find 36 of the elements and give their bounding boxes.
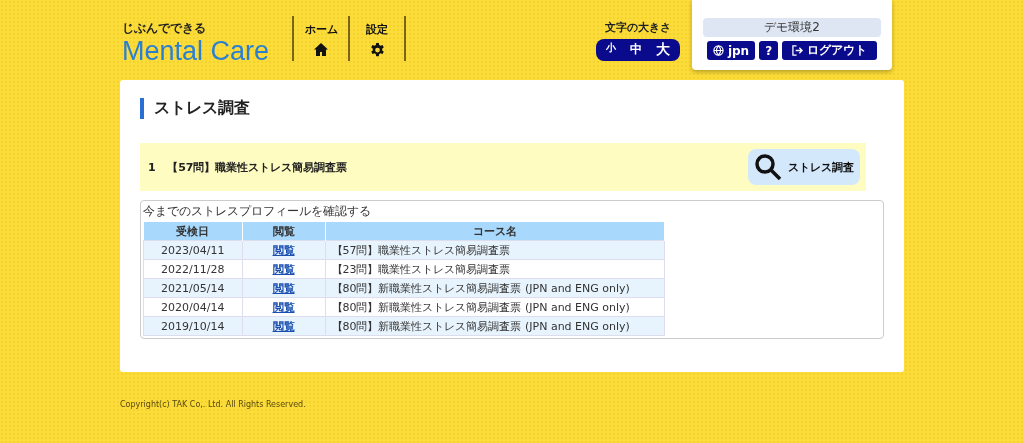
- logout-button[interactable]: ログアウト: [782, 41, 878, 60]
- course-cell: 【23問】職業性ストレス簡易調査票: [325, 259, 664, 279]
- environment-label: デモ環境2: [703, 18, 881, 37]
- font-size-option[interactable]: 中: [630, 41, 642, 59]
- nav-button[interactable]: 設定: [350, 16, 406, 61]
- view-link[interactable]: 閲覧: [272, 243, 295, 257]
- language-button[interactable]: jpn: [706, 41, 756, 60]
- history-caption: 今までのストレスプロフィールを確認する: [143, 203, 372, 220]
- page-title: ストレス調査: [140, 98, 884, 119]
- survey-name: 1 【57問】職業性ストレス簡易調査票: [148, 159, 348, 175]
- view-link[interactable]: 閲覧: [272, 300, 295, 314]
- search-icon: [754, 153, 782, 181]
- column-header: コース名: [325, 222, 664, 241]
- copyright-text: Copyright(c) TAK Co,. Ltd. All Rights Reserved.: [120, 400, 307, 409]
- logo-subtitle: じぶんでできる: [122, 20, 207, 37]
- column-header: 閲覧: [242, 222, 325, 241]
- globe-icon: [712, 45, 724, 56]
- stress-survey-button[interactable]: ストレス調査: [748, 149, 860, 185]
- help-button[interactable]: ?: [759, 41, 779, 60]
- date-cell: 2020/04/14: [143, 297, 242, 317]
- nav-button[interactable]: ホーム: [294, 16, 350, 61]
- font-size-label: 文字の大きさ: [605, 20, 671, 35]
- course-cell: 【80問】新職業性ストレス簡易調査票 (JPN and ENG only): [325, 297, 664, 317]
- view-link[interactable]: 閲覧: [272, 262, 295, 276]
- font-size-option[interactable]: 小: [606, 41, 616, 59]
- logo: Mental Care: [122, 37, 271, 65]
- view-link[interactable]: 閲覧: [272, 319, 295, 333]
- logout-icon: [792, 45, 804, 56]
- date-cell: 2023/04/11: [143, 240, 242, 260]
- date-cell: 2022/11/28: [143, 259, 242, 279]
- course-cell: 【57問】職業性ストレス簡易調査票: [325, 240, 664, 260]
- column-header: 受検日: [143, 222, 242, 241]
- view-link[interactable]: 閲覧: [272, 281, 295, 295]
- home-icon: [314, 43, 328, 56]
- font-size-option[interactable]: 大: [656, 41, 670, 59]
- settings-icon: [369, 43, 385, 58]
